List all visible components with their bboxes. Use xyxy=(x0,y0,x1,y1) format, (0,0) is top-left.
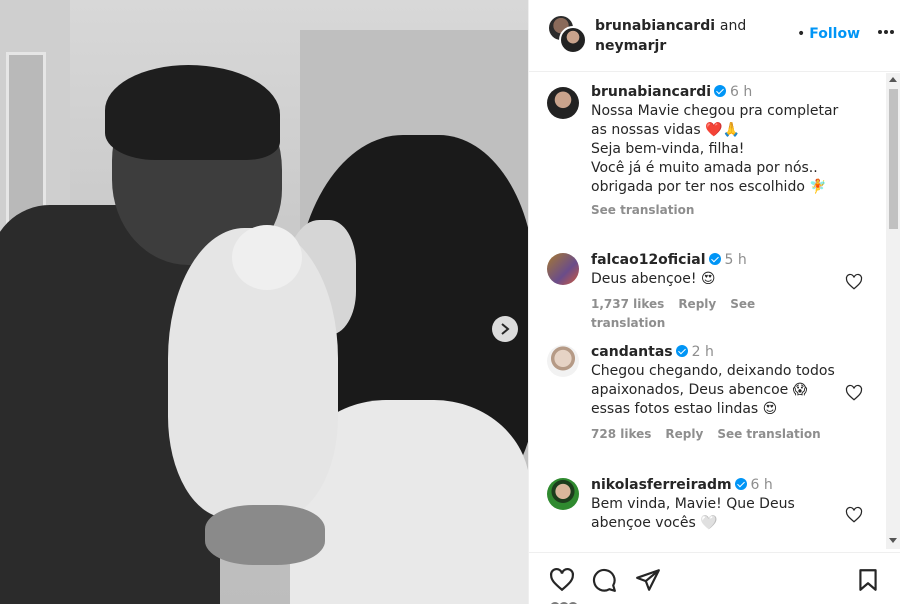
comment-username[interactable]: nikolasferreiradm xyxy=(591,477,732,493)
comment-text: Bem vinda, Mavie! Que Deus abençoe vocês… xyxy=(591,496,795,531)
avatar-neymarjr[interactable] xyxy=(559,26,587,54)
comment-icon[interactable] xyxy=(591,567,617,593)
next-photo-button[interactable] xyxy=(492,316,518,342)
author-link-1[interactable]: brunabiancardi xyxy=(595,18,715,34)
caption-line-4: obrigada por ter nos escolhido 🧚 xyxy=(591,179,827,195)
reply-button[interactable]: Reply xyxy=(665,427,703,441)
comment-time[interactable]: 2 h xyxy=(692,344,714,360)
comment-text: Deus abençoe! 😍 xyxy=(591,271,716,287)
scroll-up-arrow-icon[interactable] xyxy=(889,77,897,82)
see-translation-link[interactable]: See translation xyxy=(591,201,841,220)
comment-meta: 1,737 likes Reply See translation xyxy=(591,295,841,333)
author-and: and xyxy=(719,18,747,34)
comment-username[interactable]: candantas xyxy=(591,344,673,360)
post-photo[interactable] xyxy=(0,0,528,604)
comment-body: falcao12oficial 5 h Deus abençoe! 😍 1,737… xyxy=(591,251,841,333)
comment-username[interactable]: brunabiancardi xyxy=(591,84,711,100)
heart-outline-icon[interactable] xyxy=(549,567,575,593)
caption-line-3: Você já é muito amada por nós.. xyxy=(591,160,818,176)
comment-time[interactable]: 6 h xyxy=(730,84,752,100)
avatar[interactable] xyxy=(547,345,579,377)
caption-body: brunabiancardi 6 h Nossa Mavie chegou pra… xyxy=(591,83,841,220)
comments-scrollbar[interactable] xyxy=(886,73,900,549)
post-side-panel: brunabiancardi and neymarjr • Follow brun… xyxy=(528,0,900,604)
post-actions xyxy=(529,552,900,604)
comment-likes[interactable]: 728 likes xyxy=(591,427,651,441)
avatar[interactable] xyxy=(547,253,579,285)
comment-meta: 728 likes Reply See translation xyxy=(591,425,841,444)
verified-badge-icon xyxy=(708,253,721,265)
comments-list[interactable]: brunabiancardi 6 h Nossa Mavie chegou pra… xyxy=(529,73,885,549)
comment-body: nikolasferreiradm 6 h Bem vinda, Mavie! Q… xyxy=(591,476,841,533)
photo-man-hair xyxy=(105,65,280,160)
comment-body: candantas 2 h Chegou chegando, deixando t… xyxy=(591,343,841,444)
comment-likes[interactable]: 1,737 likes xyxy=(591,297,664,311)
follow-dot: • xyxy=(797,26,806,42)
comment-time[interactable]: 5 h xyxy=(725,252,747,268)
share-icon[interactable] xyxy=(635,567,661,593)
heart-outline-icon[interactable] xyxy=(845,273,863,291)
caption-line-1: Nossa Mavie chegou pra completar as noss… xyxy=(591,103,839,138)
post-authors: brunabiancardi and neymarjr xyxy=(595,16,795,56)
photo-hands xyxy=(205,505,325,565)
author-link-2[interactable]: neymarjr xyxy=(595,38,666,54)
photo-baby-head xyxy=(232,225,302,290)
follow-button[interactable]: Follow xyxy=(809,26,860,42)
comment-username[interactable]: falcao12oficial xyxy=(591,252,706,268)
avatar[interactable] xyxy=(547,87,579,119)
scroll-down-arrow-icon[interactable] xyxy=(889,538,897,543)
verified-badge-icon xyxy=(675,345,688,357)
reply-button[interactable]: Reply xyxy=(678,297,716,311)
more-icon[interactable] xyxy=(877,29,895,35)
chevron-right-icon xyxy=(501,323,510,335)
see-translation-link[interactable]: See translation xyxy=(717,427,820,441)
heart-outline-icon[interactable] xyxy=(845,384,863,402)
caption-line-2: Seja bem-vinda, filha! xyxy=(591,141,745,157)
heart-outline-icon[interactable] xyxy=(845,506,863,524)
comment-time[interactable]: 6 h xyxy=(751,477,773,493)
verified-badge-icon xyxy=(734,478,747,490)
follow-control: • Follow xyxy=(797,26,860,42)
collab-avatars[interactable] xyxy=(547,14,587,56)
scroll-thumb[interactable] xyxy=(889,89,898,229)
post-header: brunabiancardi and neymarjr • Follow xyxy=(529,0,900,72)
bookmark-icon[interactable] xyxy=(855,567,881,593)
avatar[interactable] xyxy=(547,478,579,510)
verified-badge-icon xyxy=(714,85,727,97)
comment-text: Chegou chegando, deixando todos apaixona… xyxy=(591,363,835,417)
